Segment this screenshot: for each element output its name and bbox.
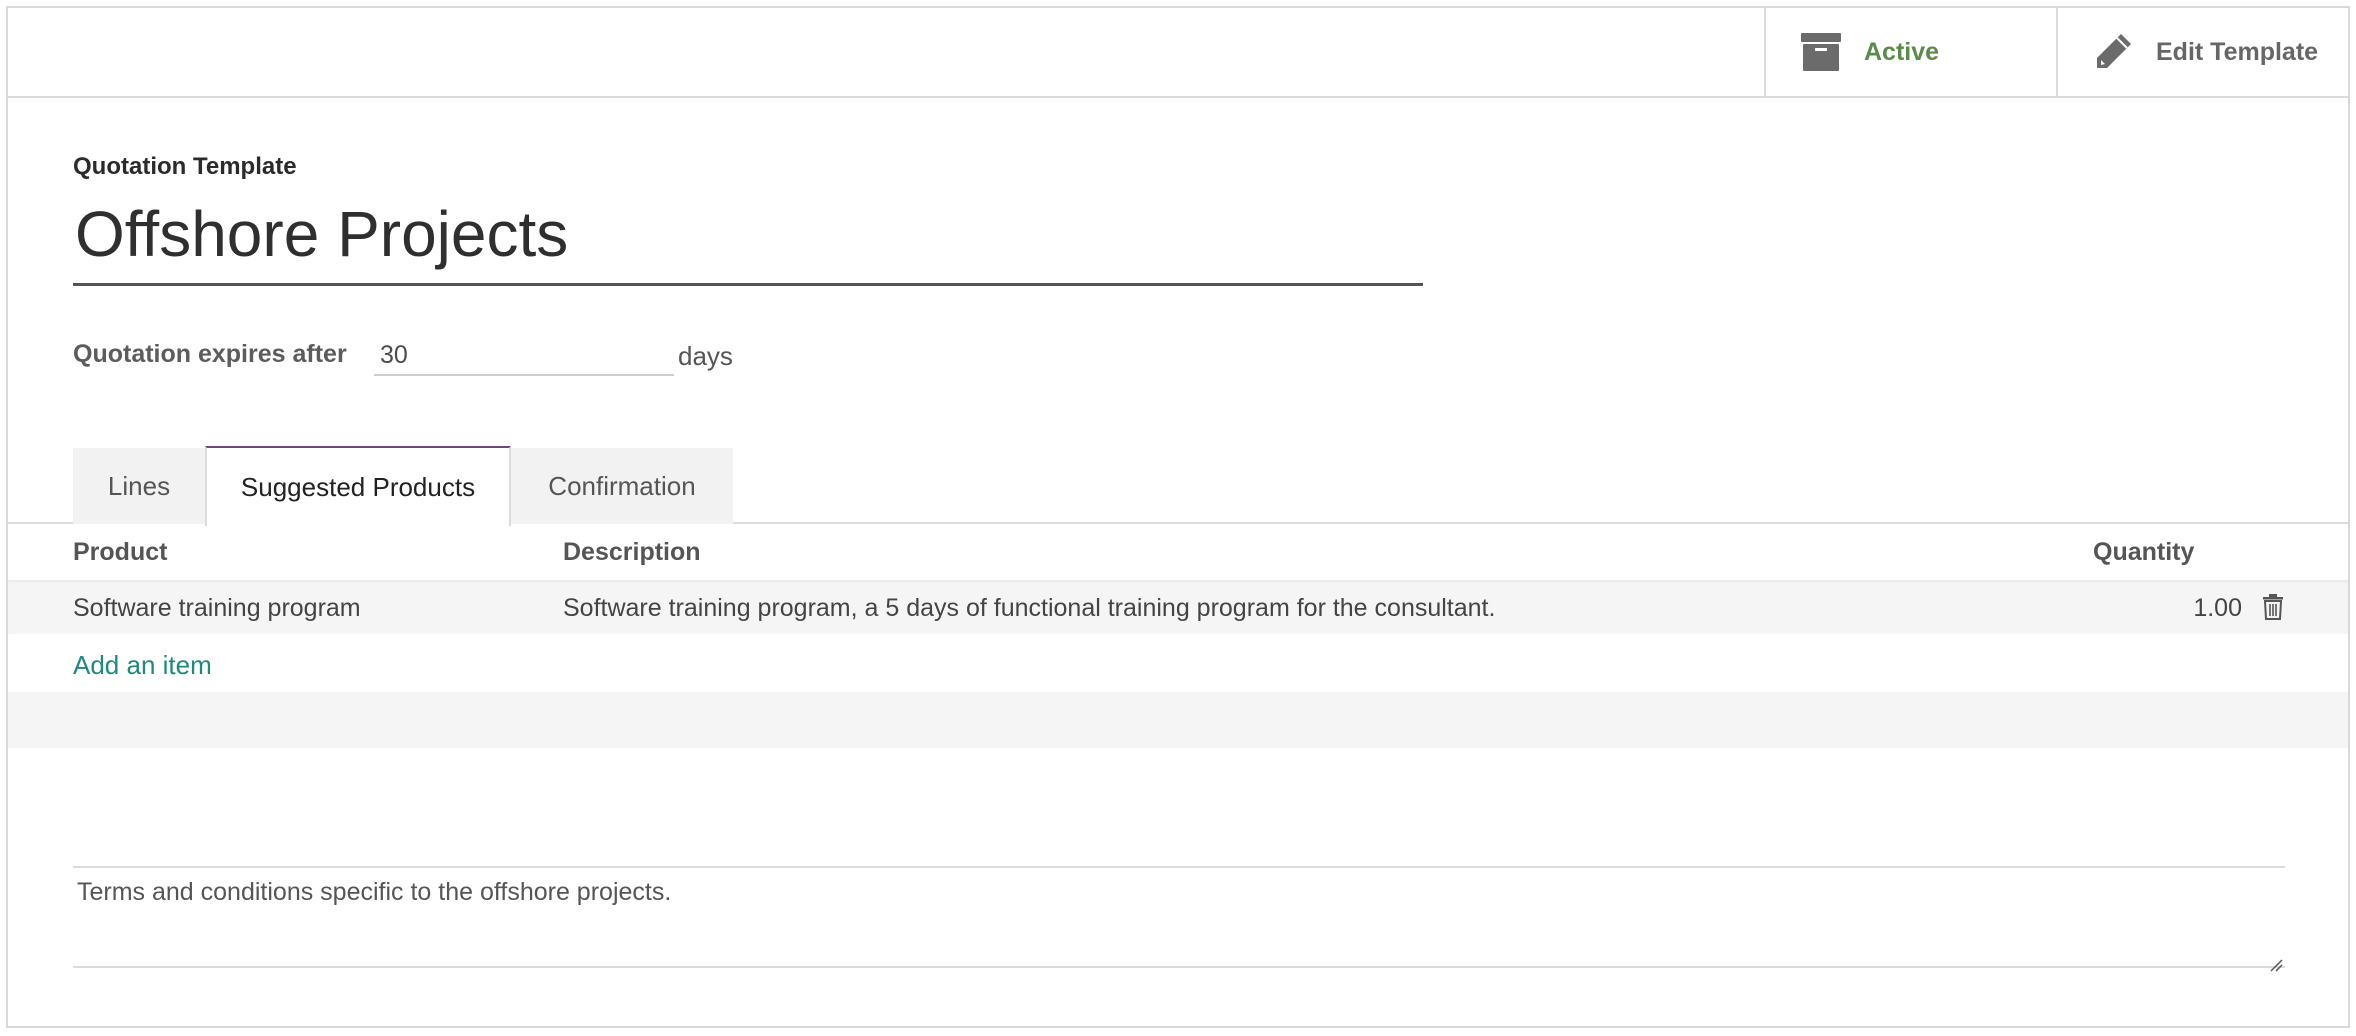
expire-label: Quotation expires after	[73, 340, 347, 368]
template-name-input[interactable]: Offshore Projects	[73, 194, 1423, 286]
active-toggle-button[interactable]: Active	[1764, 8, 2056, 96]
edit-template-label: Edit Template	[2156, 37, 2319, 66]
tab-confirmation[interactable]: Confirmation	[511, 448, 733, 524]
active-label: Active	[1864, 37, 1940, 66]
column-header-description[interactable]: Description	[563, 538, 701, 567]
trash-icon[interactable]	[2262, 594, 2284, 620]
notes-text: Terms and conditions specific to the off…	[77, 878, 672, 906]
add-item-row: Add an item	[8, 636, 2348, 690]
pencil-icon	[2092, 31, 2134, 73]
form-sheet: Active Edit Template Quotation Template …	[6, 6, 2350, 1028]
edit-template-button[interactable]: Edit Template	[2056, 8, 2350, 96]
archive-icon	[1800, 31, 1842, 73]
table-row[interactable]: Software training program Software train…	[8, 580, 2348, 634]
notebook-tabs: Lines Suggested Products Confirmation	[8, 440, 2348, 526]
cell-quantity: 1.00	[2193, 594, 2242, 622]
column-header-product[interactable]: Product	[73, 538, 167, 567]
resize-handle-icon[interactable]	[2269, 950, 2283, 972]
add-item-link[interactable]: Add an item	[73, 650, 212, 681]
button-box: Active Edit Template	[8, 8, 2348, 98]
tab-suggested-products[interactable]: Suggested Products	[205, 446, 511, 526]
expire-days-input[interactable]: 30	[374, 334, 674, 376]
terms-notes-field[interactable]: Terms and conditions specific to the off…	[73, 866, 2285, 972]
tab-lines[interactable]: Lines	[73, 448, 205, 524]
empty-row	[8, 692, 2348, 748]
title-label: Quotation Template	[73, 153, 297, 180]
expire-unit-label: days	[678, 341, 733, 371]
column-header-quantity[interactable]: Quantity	[2093, 538, 2194, 567]
cell-description: Software training program, a 5 days of f…	[563, 594, 1496, 622]
table-header: Product Description Quantity	[8, 526, 2348, 582]
cell-product: Software training program	[73, 594, 361, 622]
